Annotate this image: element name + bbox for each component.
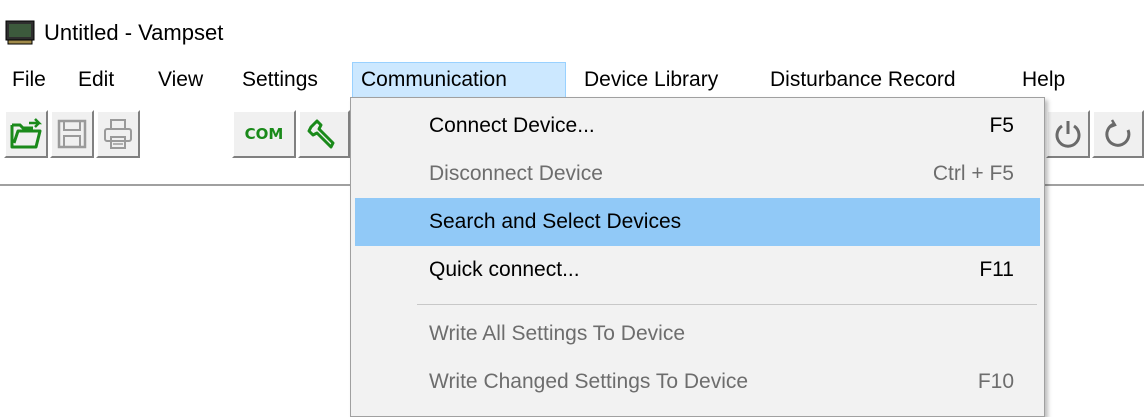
printer-icon bbox=[104, 119, 132, 149]
menu-item-label: Disconnect Device bbox=[429, 162, 603, 185]
menu-item-search-select-devices[interactable]: Search and Select Devices bbox=[355, 198, 1040, 246]
open-folder-icon bbox=[10, 118, 43, 149]
menu-item-label: Search and Select Devices bbox=[429, 210, 682, 233]
open-button[interactable] bbox=[4, 110, 48, 158]
menu-disturbance-record[interactable]: Disturbance Record bbox=[762, 62, 964, 98]
menu-item-shortcut: F5 bbox=[989, 114, 1014, 137]
menu-item-shortcut: F10 bbox=[977, 370, 1014, 393]
menu-help[interactable]: Help bbox=[1014, 62, 1073, 98]
menu-item-shortcut: F11 bbox=[979, 258, 1014, 281]
menu-item-disconnect-device: Disconnect Device Ctrl + F5 bbox=[355, 150, 1040, 198]
restart-icon bbox=[1105, 119, 1131, 147]
print-button[interactable] bbox=[96, 110, 140, 158]
monitor-icon bbox=[5, 20, 35, 45]
menu-item-write-all-settings: Write All Settings To Device bbox=[355, 310, 1040, 358]
communication-menu: Connect Device... F5 Disconnect Device C… bbox=[350, 97, 1045, 417]
com-label: COM bbox=[244, 125, 284, 143]
save-disk-icon bbox=[57, 119, 87, 149]
save-button[interactable] bbox=[50, 110, 94, 158]
menu-item-label: Connect Device... bbox=[429, 114, 595, 137]
menu-item-connect-device[interactable]: Connect Device... F5 bbox=[355, 102, 1040, 150]
device-settings-button[interactable] bbox=[298, 110, 350, 158]
menu-item-label: Write All Settings To Device bbox=[429, 322, 685, 345]
menu-item-write-changed-settings: Write Changed Settings To Device F10 bbox=[355, 358, 1040, 406]
title-bar: Untitled - Vampset bbox=[0, 0, 1144, 62]
menu-view[interactable]: View bbox=[150, 62, 211, 98]
menu-file[interactable]: File bbox=[4, 62, 54, 98]
menu-edit[interactable]: Edit bbox=[70, 62, 122, 98]
menu-communication[interactable]: Communication bbox=[352, 62, 566, 98]
menu-item-label: Quick connect... bbox=[429, 258, 580, 281]
power-icon bbox=[1055, 121, 1081, 148]
menu-bar: File Edit View Settings Communication De… bbox=[0, 62, 1144, 98]
menu-item-quick-connect[interactable]: Quick connect... F11 bbox=[355, 246, 1040, 294]
power-toolbar-group bbox=[1046, 110, 1144, 158]
window-title: Untitled - Vampset bbox=[44, 20, 224, 45]
com-button[interactable]: COM bbox=[232, 110, 296, 158]
wrench-icon bbox=[307, 119, 335, 149]
menu-item-shortcut: Ctrl + F5 bbox=[932, 162, 1014, 185]
restart-button[interactable] bbox=[1092, 110, 1144, 158]
menu-settings[interactable]: Settings bbox=[234, 62, 326, 98]
menu-separator bbox=[417, 304, 1037, 305]
menu-device-library[interactable]: Device Library bbox=[576, 62, 726, 98]
menu-item-label: Write Changed Settings To Device bbox=[429, 370, 749, 393]
power-button[interactable] bbox=[1046, 110, 1090, 158]
